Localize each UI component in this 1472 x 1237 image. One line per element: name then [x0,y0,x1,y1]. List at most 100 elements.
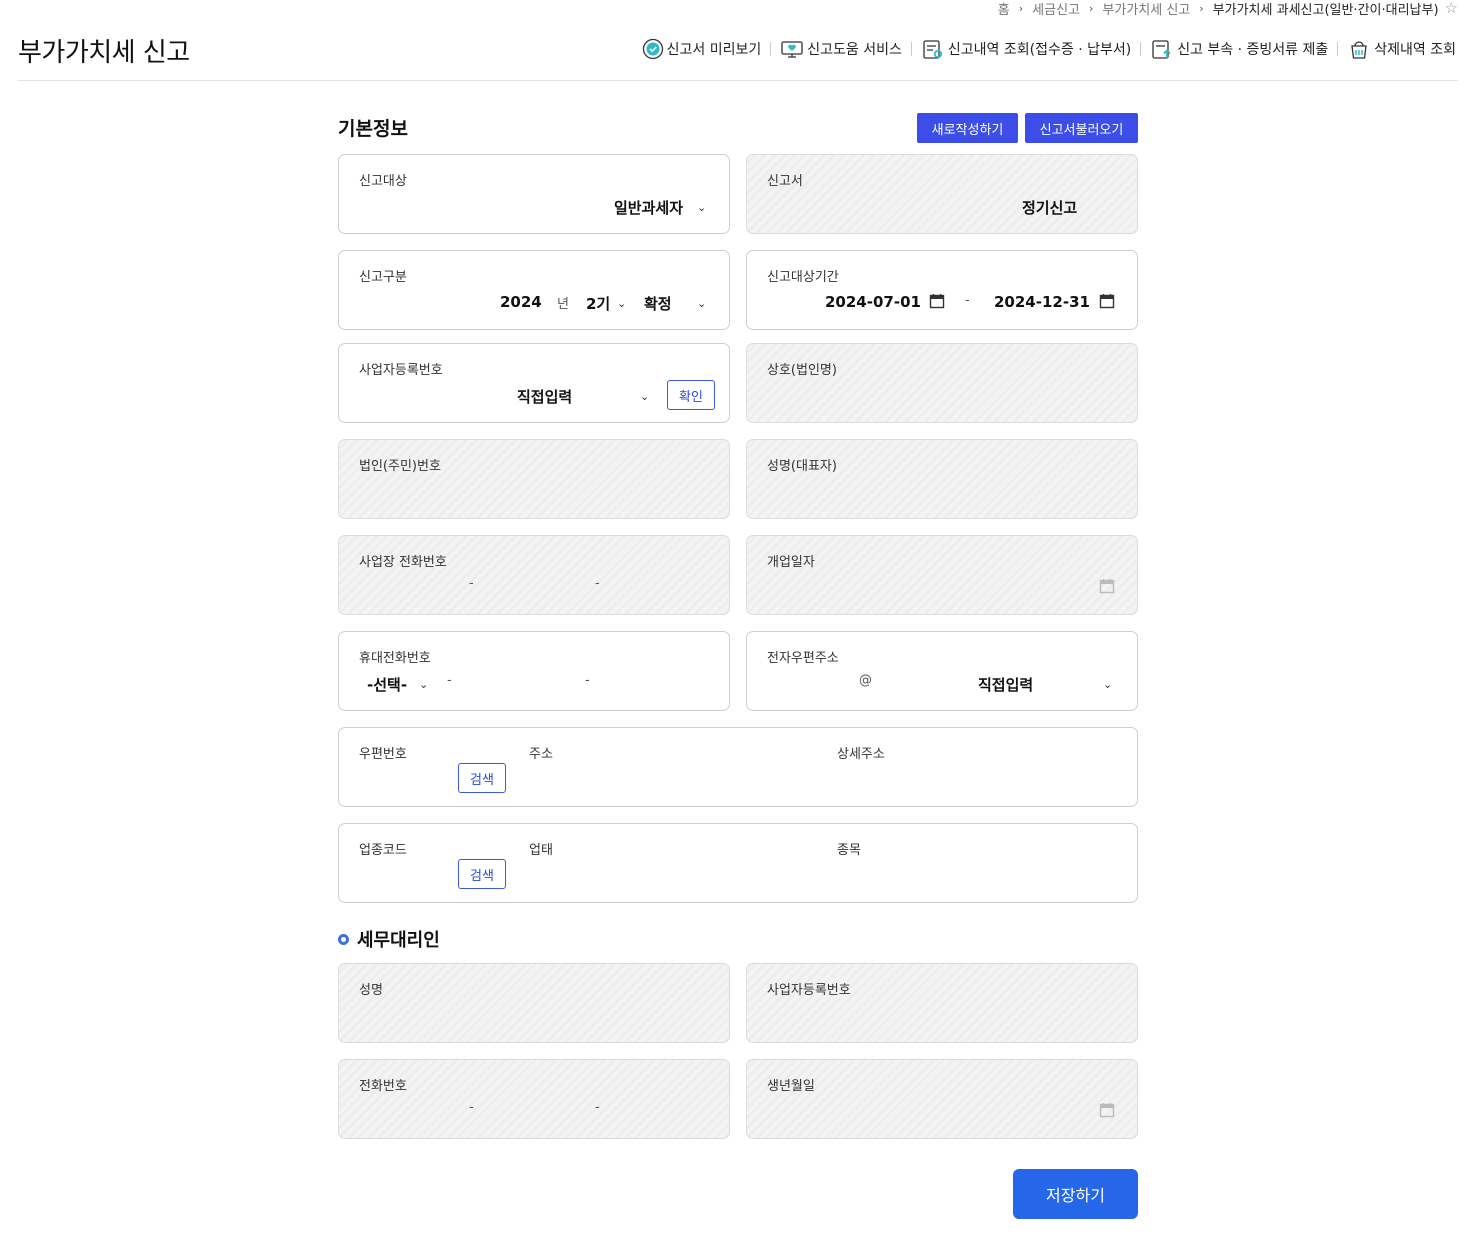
mobile-label: 휴대전화번호 [359,651,431,666]
menu-divider [1337,42,1339,56]
business-no-select[interactable]: 직접입력 [517,386,572,407]
report-type-label: 신고구분 [359,270,407,285]
help-service-label: 신고도움 서비스 [807,42,902,58]
company-name-label: 상호(법인명) [767,363,837,378]
biz-phone-label: 사업장 전화번호 [359,555,447,570]
rep-name-label: 성명(대표자) [767,459,837,474]
report-form-label: 신고서 [767,174,803,189]
agent-phone-field: 전화번호 - - [338,1059,730,1139]
chevron-down-icon: ⌄ [697,201,707,214]
chevron-down-icon: ⌄ [640,390,650,403]
industry-field: 업종코드 검색 업태 종목 [338,823,1138,903]
agent-birth-field: 생년월일 [746,1059,1138,1139]
tax-agent-title-text: 세무대리인 [357,930,440,951]
submit-documents-link[interactable]: 신고 부속 · 증빙서류 제출 [1150,38,1328,60]
new-report-button[interactable]: 새로작성하기 [917,113,1018,143]
preview-report-link[interactable]: 신고서 미리보기 [642,38,762,60]
open-date-label: 개업일자 [767,555,815,570]
menu-divider [1140,42,1142,56]
header-divider [18,80,1458,81]
tax-agent-title: 세무대리인 [338,926,440,952]
business-no-field: 사업자등록번호 직접입력 ⌄ 확인 [338,343,730,423]
document-search-icon [923,40,943,59]
report-year-value[interactable]: 2024 [500,293,542,311]
address-label: 주소 [529,747,553,762]
agent-business-no-field: 사업자등록번호 [746,963,1138,1043]
phone-dash: - [585,673,590,688]
period-start-input[interactable]: 2024-07-01 [825,293,921,311]
address-field: 우편번호 검색 주소 상세주소 [338,727,1138,807]
monitor-heart-icon [781,41,803,58]
menu-divider [770,42,772,56]
business-item-label: 종목 [837,843,861,858]
circle-bullet-icon [338,933,349,945]
document-upload-icon [1152,40,1171,59]
report-kind-select[interactable]: 확정 [644,293,672,314]
trash-bag-icon [1351,41,1368,59]
detail-address-label: 상세주소 [837,747,885,762]
deleted-history-link[interactable]: 삭제내역 조회 [1347,38,1456,60]
confirm-business-no-button[interactable]: 확인 [667,380,715,410]
report-term-select[interactable]: 2기 [586,293,610,314]
breadcrumb-home[interactable]: 홈 [998,0,1010,18]
biz-phone-field: 사업장 전화번호 - - [338,535,730,615]
phone-dash: - [469,1100,474,1115]
chevron-right-icon: › [1018,1,1024,15]
corp-no-label: 법인(주민)번호 [359,459,441,474]
preview-report-label: 신고서 미리보기 [666,42,762,58]
business-no-label: 사업자등록번호 [359,363,443,378]
email-label: 전자우편주소 [767,651,839,666]
report-history-link[interactable]: 신고내역 조회(접수증 · 납부서) [921,38,1131,60]
top-menu: 신고서 미리보기 신고도움 서비스 신고내역 조회(접수증 · 납부서) 신고 … [642,38,1456,60]
breadcrumb-current: 부가가치세 과세신고(일반·간이·대리납부) [1212,2,1439,18]
phone-dash: - [595,576,600,591]
page-title: 부가가치세 신고 [18,38,190,68]
submit-documents-label: 신고 부속 · 증빙서류 제출 [1177,42,1329,58]
open-date-field: 개업일자 [746,535,1138,615]
agent-phone-label: 전화번호 [359,1079,407,1094]
period-end-input[interactable]: 2024-12-31 [994,293,1090,311]
calendar-icon [1099,1103,1115,1118]
chevron-down-icon: ⌄ [419,678,429,691]
calendar-icon[interactable] [1099,293,1115,309]
phone-dash: - [447,673,452,688]
report-period-field: 신고대상기간 2024-07-01 - 2024-12-31 [746,250,1138,330]
company-name-field: 상호(법인명) [746,343,1138,423]
save-button[interactable]: 저장하기 [1013,1169,1138,1219]
year-unit: 년 [557,297,569,312]
agent-birth-label: 생년월일 [767,1079,815,1094]
rep-name-field: 성명(대표자) [746,439,1138,519]
report-target-value[interactable]: 일반과세자 [614,197,683,218]
chevron-right-icon: › [1199,1,1204,15]
breadcrumb-vat-report[interactable]: 부가가치세 신고 [1102,0,1190,18]
chevron-right-icon: › [1089,1,1094,15]
report-form-field: 신고서 정기신고 [746,154,1138,234]
report-target-field[interactable]: 신고대상 일반과세자 ⌄ [338,154,730,234]
chevron-down-icon: ⌄ [697,297,707,310]
corp-no-field: 법인(주민)번호 [338,439,730,519]
star-icon[interactable]: ☆ [1445,0,1458,17]
zip-search-button[interactable]: 검색 [458,763,506,793]
industry-search-button[interactable]: 검색 [458,859,506,889]
email-at: @ [859,673,872,688]
agent-name-field: 성명 [338,963,730,1043]
report-history-label: 신고내역 조회(접수증 · 납부서) [947,42,1132,58]
report-form-value: 정기신고 [1022,199,1078,217]
breadcrumb-tax-report[interactable]: 세금신고 [1032,0,1080,18]
email-domain-select[interactable]: 직접입력 [978,674,1033,695]
deleted-history-label: 삭제내역 조회 [1374,42,1456,58]
report-period-label: 신고대상기간 [767,270,839,285]
report-target-label: 신고대상 [359,174,407,189]
help-service-link[interactable]: 신고도움 서비스 [780,38,902,60]
chevron-down-icon: ⌄ [1103,678,1113,691]
breadcrumb: 홈 › 세금신고 › 부가가치세 신고 › 부가가치세 과세신고(일반·간이·대… [998,0,1458,18]
phone-dash: - [595,1100,600,1115]
calendar-icon[interactable] [929,293,945,309]
load-report-button[interactable]: 신고서불러오기 [1025,113,1138,143]
mobile-prefix-select[interactable]: -선택- [367,674,407,695]
check-circle-icon [642,38,663,60]
phone-dash: - [469,576,474,591]
mobile-field: 휴대전화번호 -선택- ⌄ - - [338,631,730,711]
chevron-down-icon: ⌄ [617,297,627,310]
zip-label: 우편번호 [359,747,407,762]
